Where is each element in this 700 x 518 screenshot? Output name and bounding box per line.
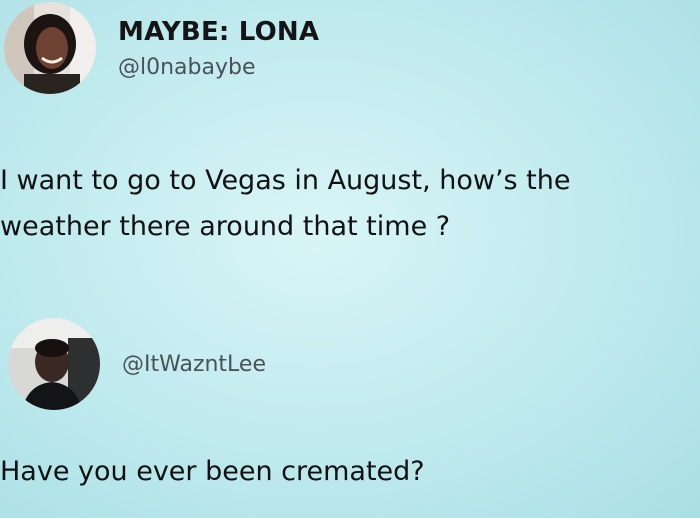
tweet-text-line: I want to go to Vegas in August, how’s t… xyxy=(0,165,571,196)
user-avatar-photo-icon xyxy=(4,2,96,94)
tweet-header-itwazntlee: @ItWazntLee xyxy=(8,318,266,410)
avatar[interactable] xyxy=(4,2,96,94)
tweet-text: Have you ever been cremated? xyxy=(0,449,425,495)
user-handle[interactable]: @l0nabaybe xyxy=(118,55,319,80)
display-name[interactable]: MAYBE: LONA xyxy=(118,17,319,47)
tweet-header-lona: MAYBE: LONA @l0nabaybe xyxy=(4,2,319,94)
tweet-text-line: weather there around that time ? xyxy=(0,211,451,242)
tweet-text-line: Have you ever been cremated? xyxy=(0,456,425,487)
author-names: @ItWazntLee xyxy=(122,352,266,377)
user-handle[interactable]: @ItWazntLee xyxy=(122,352,266,377)
avatar[interactable] xyxy=(8,318,100,410)
author-names: MAYBE: LONA @l0nabaybe xyxy=(118,17,319,80)
tweet-text: I want to go to Vegas in August, how’s t… xyxy=(0,158,571,250)
user-avatar-photo-icon xyxy=(8,318,100,410)
